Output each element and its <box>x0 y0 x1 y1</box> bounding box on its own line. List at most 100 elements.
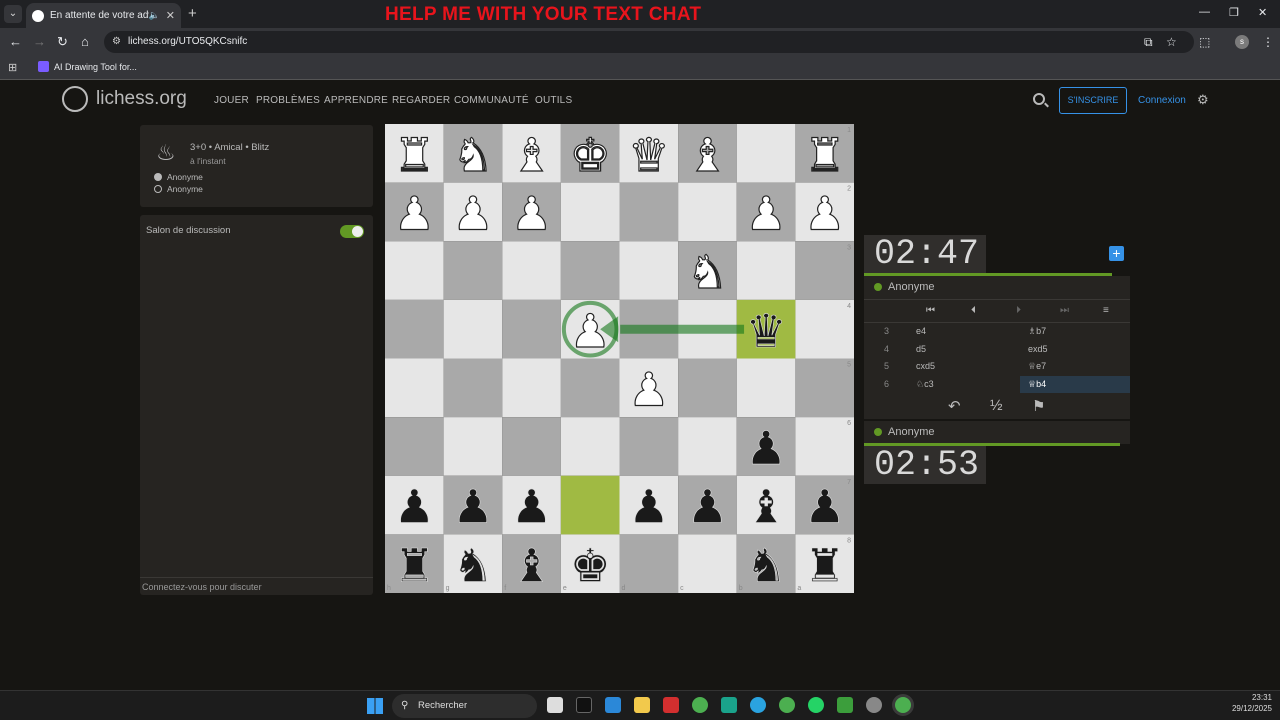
square-h3[interactable] <box>385 241 444 300</box>
profile-avatar[interactable]: s <box>1235 35 1249 49</box>
square-d6[interactable] <box>619 417 679 476</box>
square-d3[interactable] <box>619 241 679 300</box>
nav-apprendre[interactable]: APPRENDRE <box>324 95 388 106</box>
signup-button[interactable]: S'INSCRIRE <box>1059 87 1127 114</box>
extensions-icon[interactable]: ⬚ <box>1199 35 1210 49</box>
black-pawn-piece[interactable]: ♟ <box>804 479 846 534</box>
square-e6[interactable] <box>560 417 620 476</box>
square-b3[interactable] <box>736 241 796 300</box>
square-a3[interactable] <box>795 241 854 300</box>
forward-icon[interactable]: → <box>33 34 46 49</box>
white-queen-piece[interactable]: ♛ <box>628 127 670 182</box>
chrome-icon-2[interactable] <box>779 697 795 713</box>
white-pawn-piece[interactable]: ♟ <box>745 186 787 241</box>
draw-offer-icon[interactable]: ½ <box>990 397 1003 414</box>
black-king-piece[interactable]: ♚ <box>569 538 611 593</box>
black-pawn-piece[interactable]: ♟ <box>745 421 787 476</box>
browser-menu-icon[interactable]: ⋮ <box>1262 35 1274 49</box>
telegram-icon[interactable] <box>750 697 766 713</box>
square-h4[interactable] <box>385 299 444 359</box>
acrobat-icon[interactable] <box>663 697 679 713</box>
white-pawn-piece[interactable]: ♟ <box>803 186 845 241</box>
white-pawn-piece[interactable]: ♟ <box>628 362 670 417</box>
chat-toggle[interactable] <box>340 225 364 238</box>
browser-tab-active[interactable]: En attente de votre advers 🔈 ✕ <box>26 3 181 28</box>
square-h5[interactable] <box>385 358 444 418</box>
white-move[interactable]: d5 <box>916 341 926 358</box>
black-pawn-piece[interactable]: ♟ <box>452 479 494 534</box>
white-king-piece[interactable]: ♚ <box>569 127 611 182</box>
nav-communaute[interactable]: COMMUNAUTÉ <box>454 95 529 106</box>
minimize-icon[interactable]: — <box>1199 6 1210 18</box>
prev-move-icon[interactable]: ⏴ <box>971 305 976 316</box>
install-app-icon[interactable]: ⧉ <box>1144 35 1153 50</box>
square-e3[interactable] <box>560 241 620 300</box>
square-f5[interactable] <box>502 358 561 418</box>
chrome-icon[interactable] <box>692 697 708 713</box>
white-move[interactable]: cxd5 <box>916 358 935 375</box>
reload-icon[interactable]: ↻ <box>57 34 68 50</box>
add-time-button[interactable]: + <box>1109 246 1124 261</box>
square-a6[interactable] <box>795 417 854 476</box>
next-move-icon[interactable]: ⏵ <box>1016 305 1021 316</box>
bookmark-item[interactable]: AI Drawing Tool for... <box>38 61 137 72</box>
white-rook-piece[interactable]: ♜ <box>393 127 435 182</box>
bookmark-star-icon[interactable]: ☆ <box>1166 35 1177 49</box>
close-tab-icon[interactable]: ✕ <box>166 9 175 22</box>
apps-grid-icon[interactable]: ⊞ <box>8 61 17 74</box>
white-rook-piece[interactable]: ♜ <box>803 127 845 182</box>
nav-problemes[interactable]: PROBLÈMES <box>256 95 320 106</box>
square-a5[interactable] <box>795 358 854 418</box>
black-pawn-piece[interactable]: ♟ <box>628 479 670 534</box>
black-move[interactable]: ♕b4 <box>1020 375 1130 393</box>
chess-board[interactable]: 12345678h g f e d c b a♜ ♞ ♝ ♚ ♛ ♝ ♜♟ ♟ ♟ ♟ ♟♞♟ ♛♟♟♟ ♟ ♟ ♟ ♟ ♝ ♟… <box>385 124 854 593</box>
black-move[interactable]: exd5 <box>1020 341 1130 358</box>
player-name[interactable]: Anonyme <box>167 184 203 194</box>
nav-jouer[interactable]: JOUER <box>214 95 249 106</box>
app-icon-3[interactable] <box>866 697 882 713</box>
black-move[interactable]: ♕e7 <box>1020 358 1130 375</box>
white-pawn-piece[interactable]: ♟ <box>452 186 494 241</box>
square-g6[interactable] <box>443 417 503 476</box>
square-g3[interactable] <box>443 241 503 300</box>
square-d8[interactable] <box>619 534 679 593</box>
taskbar-search[interactable]: ⚲ Rechercher <box>392 694 537 718</box>
login-link[interactable]: Connexion <box>1138 95 1186 106</box>
chat-input[interactable]: Connectez-vous pour discuter <box>140 577 373 595</box>
square-c8[interactable] <box>678 534 737 593</box>
black-knight-piece[interactable]: ♞ <box>452 538 494 593</box>
square-b1[interactable] <box>736 124 796 183</box>
black-rook-piece[interactable]: ♜ <box>804 538 846 593</box>
white-move[interactable]: e4 <box>916 323 926 340</box>
site-info-icon[interactable]: ⚙ <box>112 31 121 53</box>
white-bishop-piece[interactable]: ♝ <box>510 127 552 182</box>
square-e5[interactable] <box>560 358 620 418</box>
square-f4[interactable] <box>502 299 561 359</box>
black-pawn-piece[interactable]: ♟ <box>393 479 435 534</box>
square-h6[interactable] <box>385 417 444 476</box>
new-tab-button[interactable]: + <box>188 5 197 22</box>
white-move[interactable]: ♘c3 <box>916 376 934 393</box>
home-icon[interactable]: ⌂ <box>81 34 89 49</box>
nav-outils[interactable]: OUTILS <box>535 95 572 106</box>
black-queen-piece[interactable]: ♛ <box>745 303 787 358</box>
square-c2[interactable] <box>678 182 737 242</box>
square-a4[interactable] <box>795 299 854 359</box>
resign-flag-icon[interactable]: ⚑ <box>1032 397 1045 415</box>
first-move-icon[interactable]: ⏮ <box>926 305 935 316</box>
maximize-icon[interactable]: ❐ <box>1229 6 1239 19</box>
white-knight-piece[interactable]: ♞ <box>452 127 494 182</box>
black-bishop-piece[interactable]: ♝ <box>511 538 553 593</box>
square-f3[interactable] <box>502 241 561 300</box>
white-pawn-piece[interactable]: ♟ <box>393 186 435 241</box>
whatsapp-icon[interactable] <box>808 697 824 713</box>
task-view-icon[interactable] <box>547 697 563 713</box>
windows-start-icon[interactable] <box>367 698 383 714</box>
menu-icon[interactable]: ≡ <box>1103 305 1109 316</box>
folder-icon[interactable] <box>634 697 650 713</box>
close-window-icon[interactable]: ✕ <box>1258 6 1267 19</box>
black-rook-piece[interactable]: ♜ <box>393 538 435 593</box>
tradingview-icon[interactable] <box>576 697 592 713</box>
tab-search-button[interactable]: ⌄ <box>4 5 22 23</box>
last-move-icon[interactable]: ⏭ <box>1060 305 1069 316</box>
